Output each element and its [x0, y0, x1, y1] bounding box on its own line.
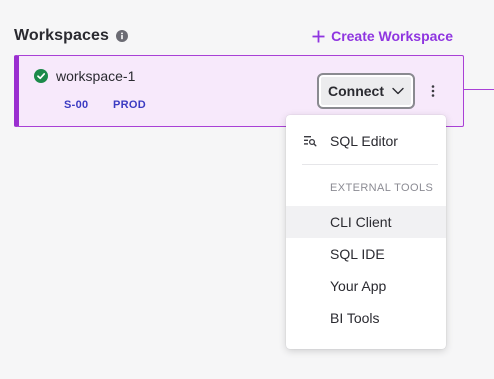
status-ok-icon: [34, 69, 48, 83]
chevron-down-icon: [392, 87, 404, 95]
menu-item-sql-ide[interactable]: SQL IDE: [286, 238, 446, 270]
menu-item-bi-tools[interactable]: BI Tools: [286, 302, 446, 334]
workspaces-header: Workspaces Create Workspace: [14, 24, 453, 48]
workspace-environment-tag: PROD: [113, 99, 146, 111]
connector-line: [464, 89, 494, 90]
create-workspace-label: Create Workspace: [331, 28, 453, 44]
create-workspace-button[interactable]: Create Workspace: [312, 28, 453, 44]
page-title: Workspaces: [14, 27, 109, 44]
menu-item-label: SQL IDE: [330, 246, 385, 262]
menu-divider: [302, 164, 438, 165]
menu-item-label: BI Tools: [330, 310, 380, 326]
sql-editor-icon: [303, 134, 317, 148]
menu-item-your-app[interactable]: Your App: [286, 270, 446, 302]
menu-item-cli-client[interactable]: CLI Client: [286, 206, 446, 238]
info-icon[interactable]: [115, 30, 128, 42]
external-tools-heading: EXTERNAL TOOLS: [330, 182, 434, 194]
connect-label: Connect: [328, 83, 384, 99]
workspace-name[interactable]: workspace-1: [56, 68, 135, 84]
menu-item-sql-editor[interactable]: SQL Editor: [286, 125, 446, 157]
title-group: Workspaces: [14, 27, 128, 45]
plus-icon: [312, 30, 325, 43]
menu-item-label: CLI Client: [330, 214, 392, 230]
menu-item-label: Your App: [330, 278, 387, 294]
connect-button[interactable]: Connect: [317, 73, 415, 109]
more-options-icon[interactable]: [426, 82, 440, 100]
menu-item-label: SQL Editor: [330, 133, 398, 149]
connect-dropdown-menu: SQL Editor EXTERNAL TOOLS CLI Client SQL…: [286, 115, 446, 349]
workspace-size-tag: S-00: [64, 99, 89, 111]
